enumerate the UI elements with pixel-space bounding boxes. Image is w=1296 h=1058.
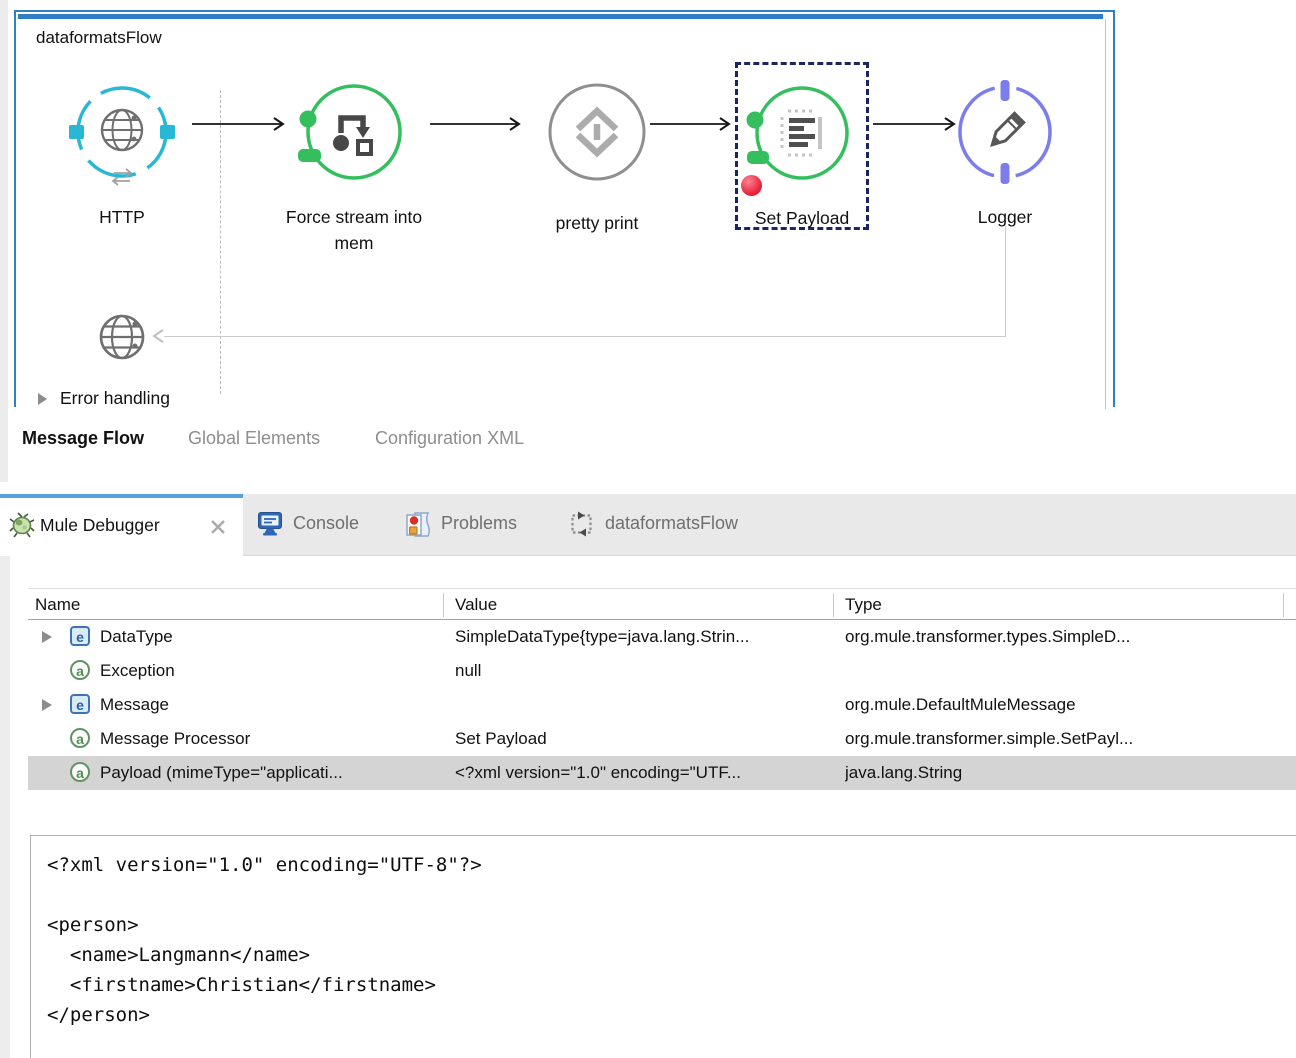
column-header-name[interactable]: Name [35,595,80,615]
tab-problems[interactable]: Problems [405,494,550,556]
http-node-label: HTTP [67,204,177,230]
tab-global-elements[interactable]: Global Elements [188,428,320,449]
table-header: Name Value Type [28,588,1296,620]
variable-kind-badge-icon: a [70,728,90,748]
tab-console[interactable]: Console [257,494,387,556]
anypoint-studio-window: dataformatsFlow [0,0,1296,1058]
logger-bottom-tick [1001,163,1010,184]
debugger-variables-table: Name Value Type e DataType SimpleDataTyp… [28,588,1296,790]
attach-dot [747,112,764,129]
attach-dot [300,111,317,128]
variable-kind-badge-icon: e [70,694,90,714]
payload-xml-viewer[interactable]: <?xml version="1.0" encoding="UTF-8"?> <… [30,835,1296,1058]
row-type: java.lang.String [845,763,1275,783]
row-type: org.mule.transformer.simple.SetPayl... [845,729,1275,749]
row-name: Message Processor [100,729,440,749]
pretty-print-node-label: pretty print [532,210,662,236]
attach-bar [298,149,321,162]
console-monitor-icon [257,511,284,537]
response-path-vertical [1005,226,1006,336]
flow-arrow [650,115,732,133]
table-row[interactable]: e Message org.mule.DefaultMuleMessage [28,688,1296,722]
flow-arrow [430,115,522,133]
globe-icon [102,110,142,150]
variable-kind-badge-icon: a [70,660,90,680]
document-lines-icon [782,111,820,155]
flow-container[interactable]: dataformatsFlow [14,10,1115,407]
expand-arrow-icon[interactable] [42,631,52,643]
http-node[interactable] [62,72,182,192]
table-row[interactable]: e DataType SimpleDataType{type=java.lang… [28,620,1296,654]
row-value: Set Payload [455,729,840,749]
breakpoint-icon[interactable] [741,175,762,196]
flow-title: dataformatsFlow [36,28,162,48]
flowchart-icon [333,118,371,154]
response-globe-icon[interactable] [96,311,148,363]
row-type: org.mule.transformer.types.SimpleD... [845,627,1275,647]
debugger-tabbar: Mule Debugger Console [0,494,1296,556]
response-arrowhead [150,327,168,345]
tab-problems-label: Problems [441,513,517,534]
row-name: Payload (mimeType="applicati... [100,763,440,783]
http-left-port [69,125,84,139]
tab-console-label: Console [293,513,359,534]
close-icon[interactable] [207,516,229,538]
pencil-icon [988,113,1024,149]
expand-arrow-icon[interactable] [42,699,52,711]
http-circle [78,88,166,176]
set-payload-node[interactable] [742,73,862,193]
variable-kind-badge-icon: e [70,626,90,646]
bug-icon [9,512,35,538]
source-separator-line [220,90,221,394]
tab-mule-debugger[interactable]: Mule Debugger [0,494,243,557]
force-stream-node[interactable] [294,72,414,192]
attach-bar [747,151,769,164]
logger-top-tick [1001,80,1010,101]
editor-left-margin [0,0,8,482]
editor-view-tabs: Message Flow Global Elements Configurati… [0,428,1296,458]
row-value: null [455,661,840,681]
node-circle [308,86,400,178]
row-name: DataType [100,627,440,647]
flow-editor-canvas[interactable]: dataformatsFlow [0,0,1296,488]
expand-arrow-icon[interactable] [38,393,47,405]
variables-table-body: e DataType SimpleDataType{type=java.lang… [28,620,1296,790]
panel-left-margin [0,556,10,1058]
table-row[interactable]: a Message Processor Set Payload org.mule… [28,722,1296,756]
flow-inner-border [1105,19,1106,409]
set-payload-node-label: Set Payload [738,205,866,231]
variable-kind-badge-icon: a [70,762,90,782]
row-name: Message [100,695,440,715]
flow-selection-bar [18,14,1103,19]
column-separator[interactable] [443,593,444,617]
tab-mule-debugger-label: Mule Debugger [40,515,160,536]
flow-arrow [192,115,286,133]
tab-dataformatsflow-label: dataformatsFlow [605,513,738,534]
tab-configuration-xml[interactable]: Configuration XML [375,428,524,449]
row-name: Exception [100,661,440,681]
logger-node[interactable] [945,72,1065,192]
debugger-panel: Mule Debugger Console [0,488,1296,1058]
table-row[interactable]: a Payload (mimeType="applicati... <?xml … [28,756,1296,790]
table-row[interactable]: a Exception null [28,654,1296,688]
row-value: SimpleDataType{type=java.lang.Strin... [455,627,840,647]
problems-icon [405,511,431,538]
row-type: org.mule.DefaultMuleMessage [845,695,1275,715]
pretty-print-node[interactable] [537,72,657,192]
row-value: <?xml version="1.0" encoding="UTF... [455,763,840,783]
column-header-type[interactable]: Type [845,595,882,615]
tab-message-flow[interactable]: Message Flow [22,428,144,449]
column-separator[interactable] [1283,593,1284,617]
transform-icon [578,111,616,153]
column-header-value[interactable]: Value [455,595,497,615]
tab-dataformatsflow[interactable]: dataformatsFlow [569,494,784,556]
payload-xml-text[interactable]: <?xml version="1.0" encoding="UTF-8"?> <… [47,850,1296,1030]
column-separator[interactable] [833,593,834,617]
http-right-port [160,125,175,139]
node-circle [757,88,847,178]
response-path-horizontal [164,336,1006,337]
flow-loop-icon [569,511,595,537]
error-handling-label: Error handling [60,388,170,409]
force-stream-node-label: Force stream into mem [267,204,442,256]
